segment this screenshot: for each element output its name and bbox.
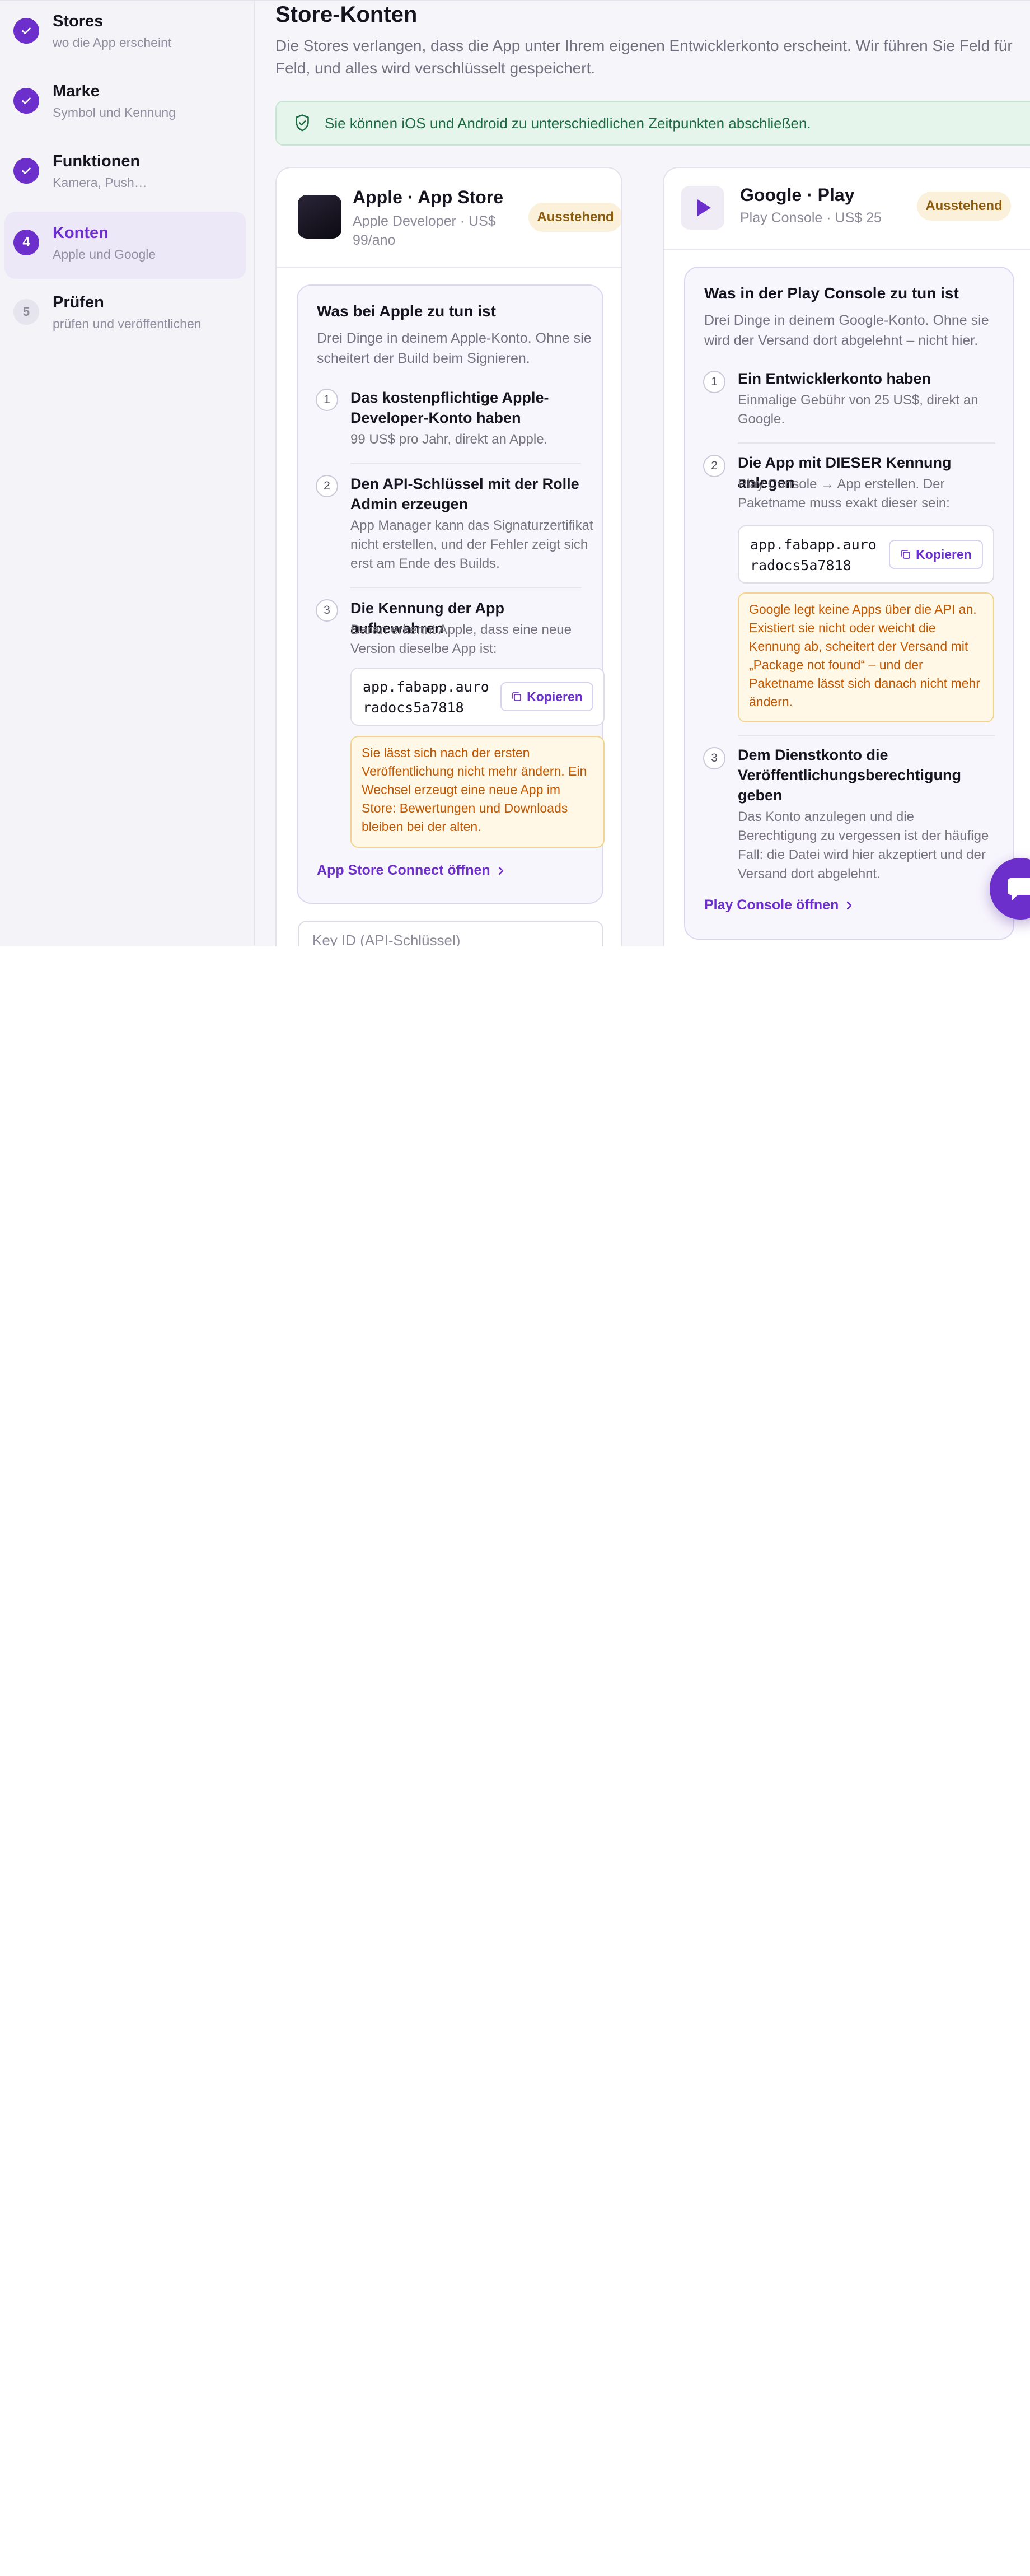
panel-description: Drei Dinge in deinem Apple-Konto. Ohne s… xyxy=(317,330,592,366)
card-subtitle: Apple Developer · US$ 99/ano xyxy=(353,213,496,248)
apple-instructions-panel: Was bei Apple zu tun ist Drei Dinge in d… xyxy=(297,284,605,904)
instruction-title: Den API-Schlüssel mit der Rolle Admin er… xyxy=(350,475,579,512)
apple-logo xyxy=(298,195,341,239)
step-subtitle: prüfen und veröffentlichen xyxy=(53,316,202,331)
bundle-id[interactable]: app.fabapp.auro radocs5a7818 xyxy=(363,676,489,718)
step-title: Stores xyxy=(53,12,104,30)
apple-store-card: Apple · App Store Apple Developer · US$ … xyxy=(275,167,622,946)
instruction-title: Ein Entwicklerkonto haben xyxy=(738,370,931,387)
step-number: 5 xyxy=(13,299,39,325)
info-banner-text: Sie können iOS und Android zu unterschie… xyxy=(325,114,811,132)
divider xyxy=(738,735,995,736)
step-funktionen[interactable]: Funktionen Kamera, Push… xyxy=(4,140,246,207)
step-subtitle: Apple und Google xyxy=(53,247,156,262)
step-marke[interactable]: Marke Symbol und Kennung xyxy=(4,70,246,137)
wizard-sidebar: Stores wo die App erscheint Marke Symbol… xyxy=(0,1,255,946)
bundle-id-box: app.fabapp.auro radocs5a7818 Kopieren xyxy=(350,668,605,726)
page-title: Store-Konten xyxy=(275,2,418,27)
step-subtitle: Symbol und Kennung xyxy=(53,105,176,120)
link-label: App Store Connect öffnen xyxy=(317,862,490,878)
info-banner: Sie können iOS und Android zu unterschie… xyxy=(275,101,1030,146)
warning-box: Sie lässt sich nach der ersten Veröffent… xyxy=(350,736,605,848)
step-subtitle: Kamera, Push… xyxy=(53,175,147,190)
step-subtitle: wo die App erscheint xyxy=(53,35,172,50)
instruction-description: 99 US$ pro Jahr, direkt an Apple. xyxy=(350,432,548,447)
step-title: Funktionen xyxy=(53,152,141,170)
shield-check-icon xyxy=(296,114,309,132)
step-number: 3 xyxy=(703,747,725,769)
copy-icon xyxy=(901,550,911,559)
instruction-description: App Manager kann das Signaturzertifikat … xyxy=(350,518,593,571)
step-title: Konten xyxy=(53,224,109,242)
status-badge: Ausstehend xyxy=(917,192,1011,221)
divider xyxy=(664,249,1030,250)
card-title: Apple · App Store xyxy=(353,187,504,207)
google-play-logo xyxy=(681,186,724,230)
step-number: 2 xyxy=(316,475,338,497)
app-window: Stores wo die App erscheint Marke Symbol… xyxy=(0,0,1030,946)
step-konten[interactable]: 4 Konten Apple und Google xyxy=(4,212,246,279)
check-icon xyxy=(13,18,39,44)
google-instructions-panel: Was in der Play Console zu tun ist Drei … xyxy=(684,267,1014,940)
copy-label: Kopieren xyxy=(916,547,972,562)
instruction-description: Play Console → App erstellen. Der Paketn… xyxy=(738,477,950,511)
package-name[interactable]: app.fabapp.auro radocs5a7818 xyxy=(750,534,877,576)
divider xyxy=(277,267,621,268)
instruction-description: Daran erkennt Apple, dass eine neue Vers… xyxy=(350,622,572,656)
step-number: 2 xyxy=(703,455,725,477)
step-number: 1 xyxy=(316,389,338,411)
step-number: 1 xyxy=(703,371,725,393)
instruction-title: Das kostenpflichtige Apple-Developer-Kon… xyxy=(350,389,549,426)
instruction-description: Einmalige Gebühr von 25 US$, direkt an G… xyxy=(738,393,979,427)
copy-icon xyxy=(512,692,522,701)
package-name-line: app.fabapp.auro xyxy=(750,536,877,553)
check-icon xyxy=(13,88,39,114)
step-number: 3 xyxy=(316,599,338,622)
app-store-connect-link[interactable]: App Store Connect öffnen xyxy=(317,862,505,879)
card-subtitle: Play Console · US$ 25 xyxy=(740,210,882,226)
panel-title: Was in der Play Console zu tun ist xyxy=(704,284,959,302)
step-title: Prüfen xyxy=(53,293,104,311)
divider xyxy=(738,442,995,444)
card-title: Google · Play xyxy=(740,185,855,205)
package-name-line: radocs5a7818 xyxy=(750,557,851,573)
check-icon xyxy=(13,158,39,184)
divider xyxy=(350,587,581,588)
chevron-right-icon xyxy=(498,866,503,875)
copy-button[interactable]: Kopieren xyxy=(500,682,593,711)
instruction-title: Dem Dienstkonto die Veröffentlichungsber… xyxy=(738,746,962,804)
chat-icon xyxy=(1008,878,1030,900)
main-content: Store-Konten Die Stores verlangen, dass … xyxy=(275,1,1030,946)
chevron-right-icon xyxy=(847,901,852,909)
status-badge: Ausstehend xyxy=(528,203,621,232)
panel-title: Was bei Apple zu tun ist xyxy=(317,302,496,320)
warning-box: Google legt keine Apps über die API an. … xyxy=(738,592,994,722)
step-stores[interactable]: Stores wo die App erscheint xyxy=(4,1,246,67)
step-pruefen[interactable]: 5 Prüfen prüfen und veröffentlichen xyxy=(4,281,246,348)
play-console-link[interactable]: Play Console öffnen xyxy=(704,897,853,913)
key-id-input[interactable]: Key ID (API-Schlüssel) xyxy=(298,921,603,946)
divider xyxy=(350,463,581,464)
copy-button[interactable]: Kopieren xyxy=(889,540,983,569)
page-intro: Die Stores verlangen, dass die App unter… xyxy=(275,37,1013,77)
step-title: Marke xyxy=(53,82,100,100)
google-play-card: Google · Play Play Console · US$ 25 Auss… xyxy=(663,167,1030,946)
bundle-id-line: app.fabapp.auro xyxy=(363,679,489,695)
bundle-id-line: radocs5a7818 xyxy=(363,699,464,716)
link-label: Play Console öffnen xyxy=(704,897,839,913)
panel-description: Drei Dinge in deinem Google-Konto. Ohne … xyxy=(704,312,989,348)
play-icon xyxy=(697,199,711,216)
package-name-box: app.fabapp.auro radocs5a7818 Kopieren xyxy=(738,525,994,584)
copy-label: Kopieren xyxy=(527,689,583,704)
instruction-description: Das Konto anzulegen und die Berechtigung… xyxy=(738,809,989,881)
step-number: 4 xyxy=(13,230,39,255)
